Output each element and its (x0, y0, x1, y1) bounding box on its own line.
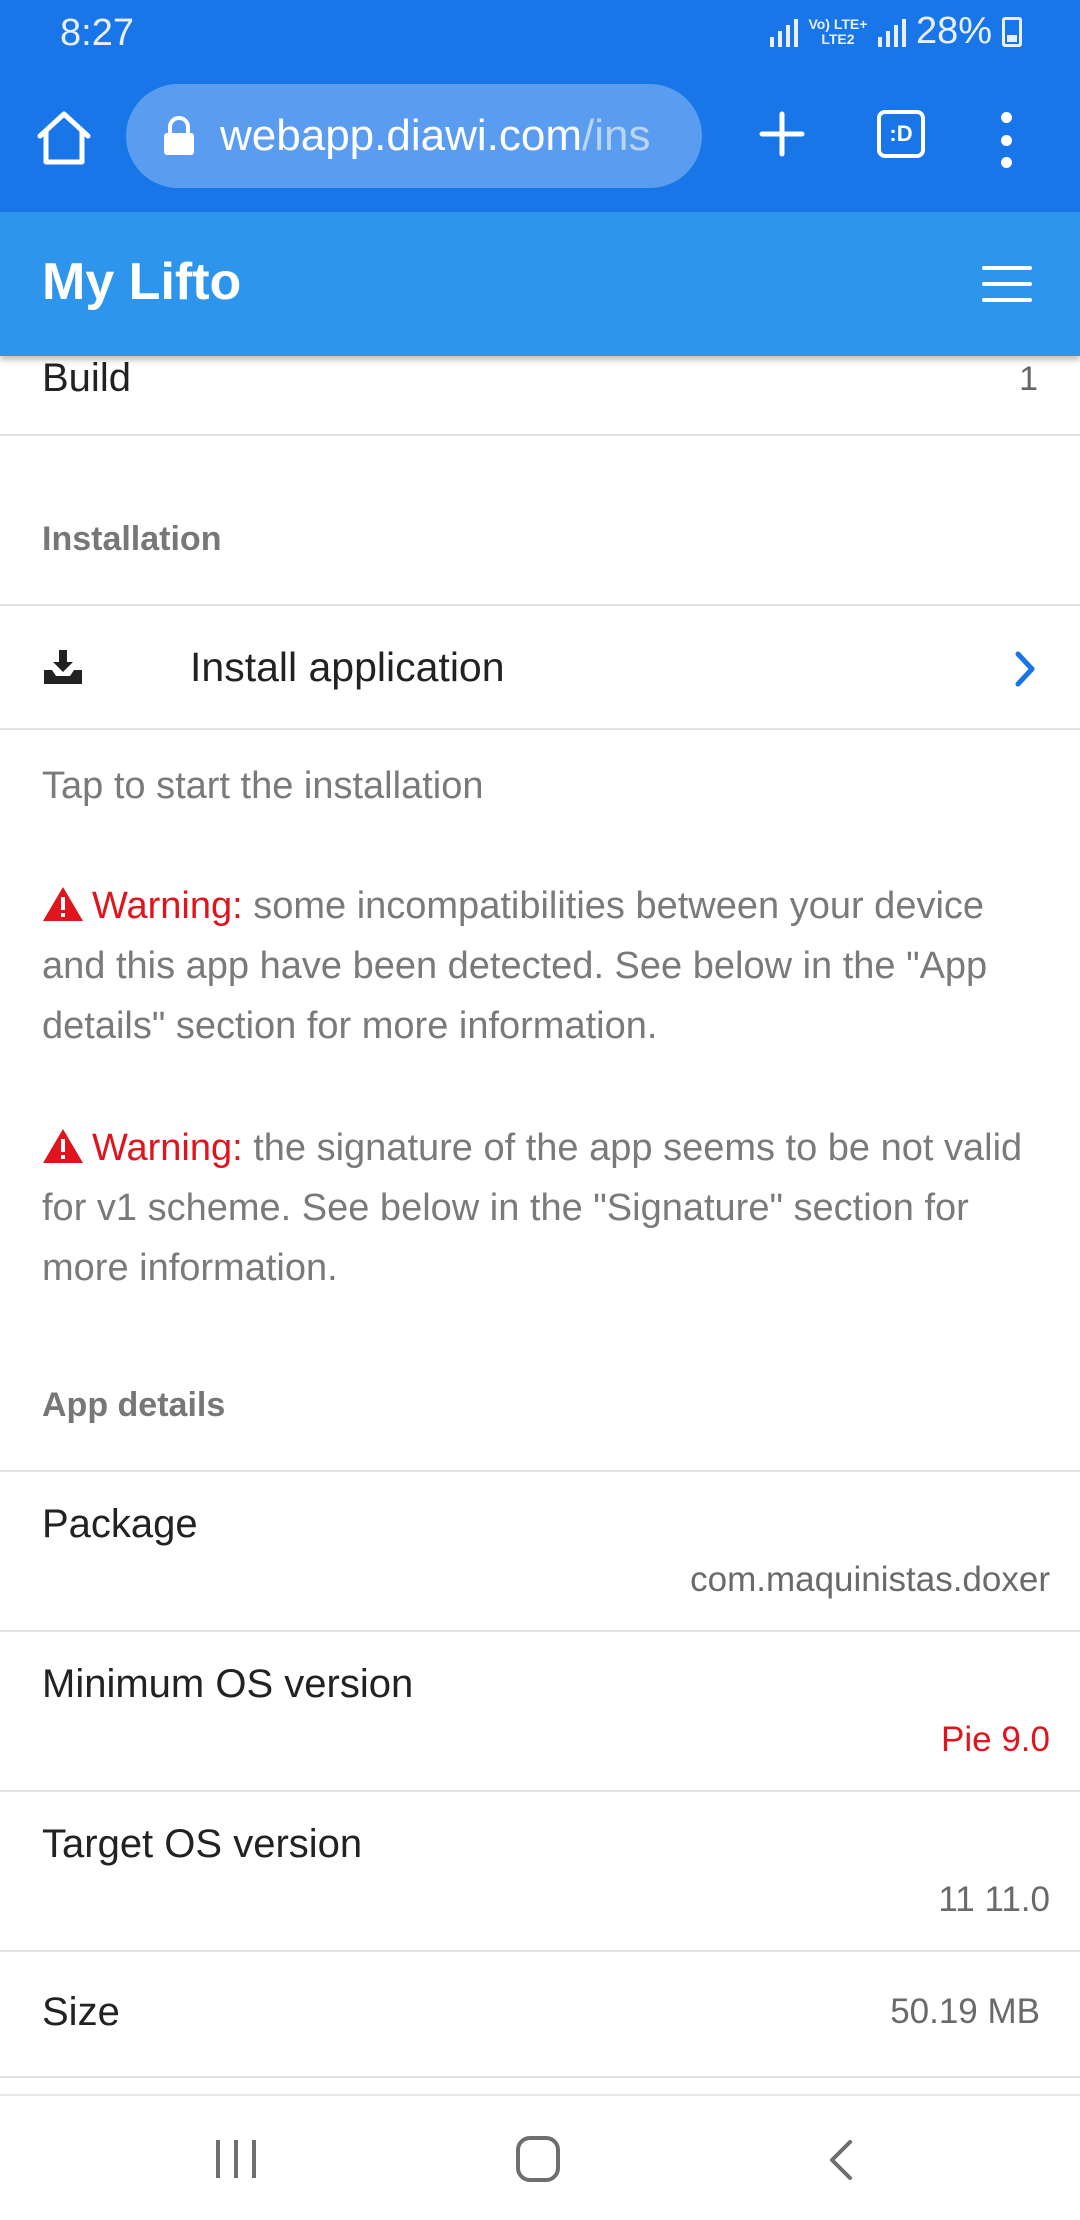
home-icon[interactable] (32, 106, 96, 170)
divider (0, 728, 1080, 730)
warning-signature: Warning: the signature of the app seems … (42, 1118, 1042, 1298)
build-label: Build (42, 356, 131, 400)
build-row: Build 1 (0, 356, 1080, 436)
detail-row-min-os: Minimum OS version Pie 9.0 (0, 1632, 1080, 1792)
warning-incompatibility: Warning: some incompatibilities between … (42, 876, 1042, 1056)
detail-row-target-os: Target OS version 11 11.0 (0, 1792, 1080, 1952)
app-title[interactable]: My Lifto (42, 252, 241, 312)
install-application-row[interactable]: Install application (0, 606, 1080, 730)
detail-value: 11 11.0 (938, 1880, 1050, 1919)
app-header: My Lifto (0, 212, 1080, 356)
warning-icon (43, 887, 83, 921)
build-value: 1 (1019, 360, 1038, 398)
new-tab-icon[interactable] (754, 106, 810, 162)
address-bar[interactable]: webapp.diawi.com/ins (126, 84, 702, 188)
network-type-label: Vo) LTE+ LTE2 (808, 15, 868, 47)
detail-label: Target OS version (42, 1822, 363, 1866)
home-button-icon[interactable] (516, 2136, 560, 2182)
battery-percent: 28% (915, 10, 992, 52)
url-text: webapp.diawi.com/ins (220, 111, 650, 161)
detail-label: Size (42, 1990, 120, 2034)
download-tray-icon (44, 650, 82, 684)
warning-label: Warning: (92, 885, 243, 927)
tab-switcher-button[interactable]: :D (877, 110, 925, 158)
install-hint: Tap to start the installation (42, 765, 484, 807)
detail-value: com.maquinistas.doxer (690, 1560, 1050, 1599)
hamburger-menu-icon[interactable] (982, 266, 1032, 302)
status-time: 8:27 (60, 12, 134, 54)
url-path: /ins (581, 111, 651, 160)
lock-icon (164, 116, 194, 155)
chevron-right-icon (1015, 651, 1035, 687)
warning-label: Warning: (92, 1127, 243, 1169)
installation-section-title: Installation (42, 520, 222, 558)
battery-icon (1002, 16, 1022, 47)
browser-chrome: 8:27 Vo) LTE+ LTE2 28% webapp.diawi.com/… (0, 0, 1080, 212)
warning-icon (43, 1129, 83, 1163)
detail-label: Package (42, 1502, 198, 1546)
tab-switcher-label: :D (889, 121, 913, 146)
detail-row-size: Size 50.19 MB (0, 1952, 1080, 2078)
app-details-section-title: App details (42, 1386, 226, 1424)
detail-value: Pie 9.0 (941, 1720, 1050, 1759)
recent-apps-icon[interactable] (216, 2140, 256, 2180)
detail-row-package: Package com.maquinistas.doxer (0, 1472, 1080, 1632)
system-nav-bar (0, 2094, 1080, 2220)
status-icons: Vo) LTE+ LTE2 28% (769, 10, 1022, 53)
more-options-icon[interactable] (994, 112, 1018, 168)
detail-value: 50.19 MB (890, 1992, 1040, 2031)
browser-toolbar: webapp.diawi.com/ins :D (0, 66, 1080, 212)
status-bar: 8:27 Vo) LTE+ LTE2 28% (0, 0, 1080, 66)
signal-icon-2 (877, 17, 906, 47)
back-icon[interactable] (826, 2138, 856, 2182)
install-application-label: Install application (190, 644, 505, 690)
url-host: webapp.diawi.com (220, 111, 582, 160)
signal-icon (769, 17, 798, 47)
detail-label: Minimum OS version (42, 1662, 414, 1706)
